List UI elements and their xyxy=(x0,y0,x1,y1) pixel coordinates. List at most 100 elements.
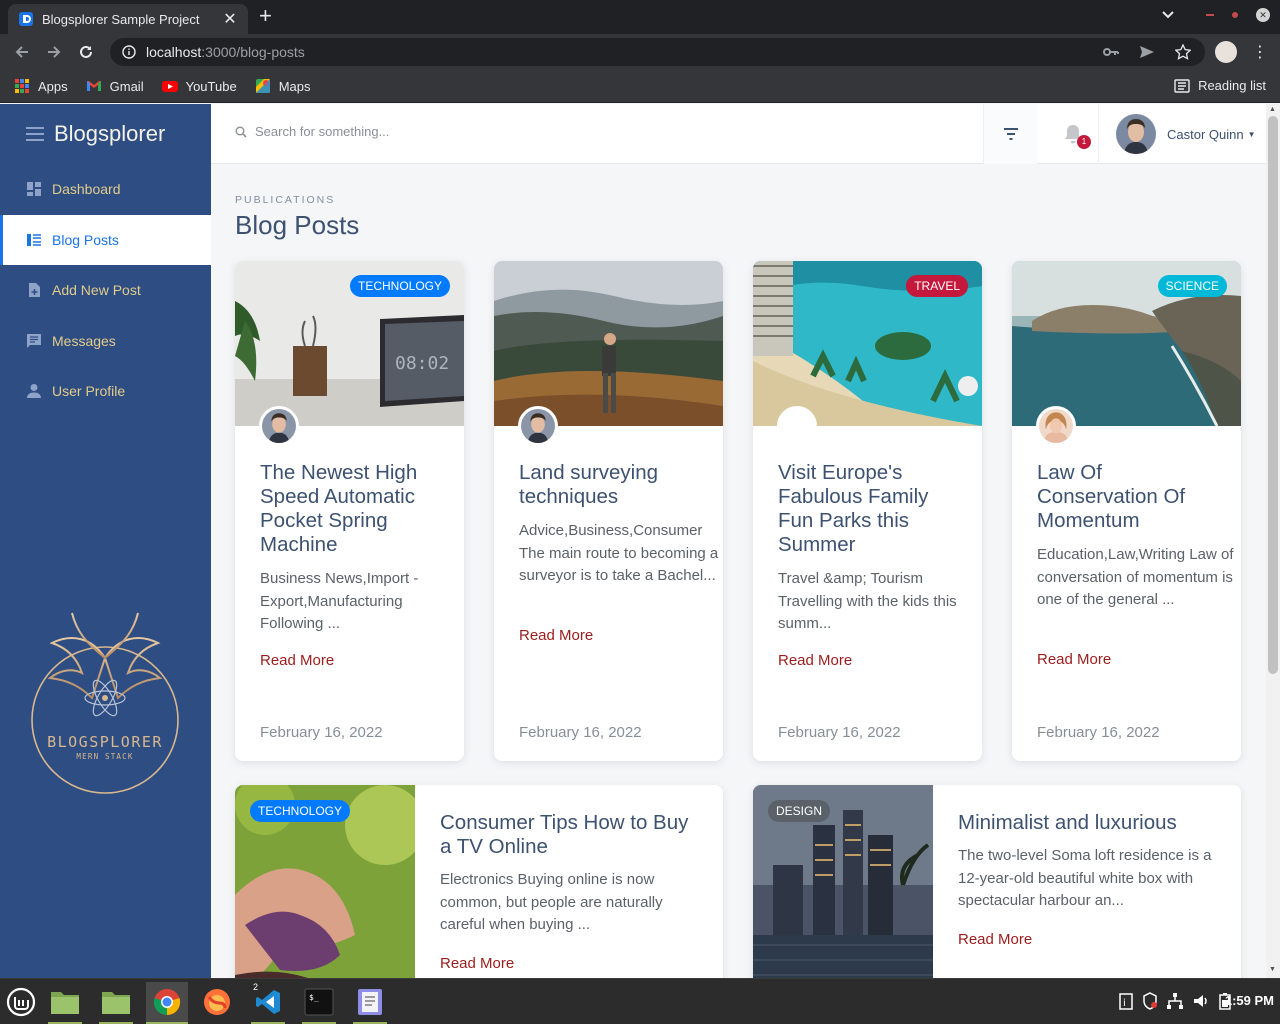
post-image[interactable]: TRAVEL xyxy=(753,261,982,426)
new-tab-button[interactable]: + xyxy=(259,5,272,27)
scroll-up-icon[interactable]: ▲ xyxy=(1269,106,1276,113)
main-content: PUBLICATIONS Blog Posts 08:02 TECHNOLOGY… xyxy=(211,164,1266,978)
sidebar-nav: Dashboard Blog Posts Add New Post Messag… xyxy=(0,164,211,416)
vscode-app-button[interactable]: 2 xyxy=(251,982,285,1019)
category-badge[interactable]: TRAVEL xyxy=(906,275,968,297)
info-icon[interactable] xyxy=(122,45,136,59)
files-app-button[interactable] xyxy=(48,985,82,1019)
back-button[interactable] xyxy=(6,36,38,68)
minimize-icon[interactable] xyxy=(1206,14,1214,16)
read-more-link[interactable]: Read More xyxy=(440,955,514,972)
post-image[interactable] xyxy=(494,261,723,426)
send-icon[interactable] xyxy=(1139,45,1155,59)
sidebar-item-dashboard[interactable]: Dashboard xyxy=(0,164,211,214)
post-title[interactable]: Law Of Conservation Of Momentum xyxy=(1037,461,1227,533)
dashboard-icon xyxy=(27,182,41,196)
bookmark-apps[interactable]: Apps xyxy=(14,78,68,94)
os-taskbar: 2 $_ i 1:59 PM xyxy=(0,978,1280,1024)
author-avatar[interactable] xyxy=(259,406,299,446)
sidebar-item-label: Blog Posts xyxy=(52,231,119,248)
read-more-link[interactable]: Read More xyxy=(260,652,334,669)
clock[interactable]: 1:59 PM xyxy=(1225,993,1274,1008)
category-badge[interactable]: SCIENCE xyxy=(1157,275,1227,297)
category-badge[interactable]: TECHNOLOGY xyxy=(250,800,351,822)
vscode-icon xyxy=(256,990,280,1014)
profile-avatar[interactable] xyxy=(1215,41,1237,63)
notifications-button[interactable]: 1 xyxy=(1047,104,1099,164)
tab-search-icon[interactable] xyxy=(1162,11,1174,19)
author-avatar[interactable] xyxy=(1036,406,1076,446)
read-more-link[interactable]: Read More xyxy=(519,627,593,644)
maximize-icon[interactable] xyxy=(1232,12,1238,18)
filter-button[interactable] xyxy=(983,104,1037,164)
sidebar-item-add-new-post[interactable]: Add New Post xyxy=(0,265,211,315)
reading-list-button[interactable]: Reading list xyxy=(1174,78,1266,93)
category-badge[interactable]: TECHNOLOGY xyxy=(349,275,450,297)
close-tab-icon[interactable]: ✕ xyxy=(222,9,238,29)
youtube-icon xyxy=(161,81,178,92)
post-title[interactable]: Visit Europe's Fabulous Family Fun Parks… xyxy=(778,461,968,557)
firefox-app-button[interactable] xyxy=(200,985,234,1019)
blog-post-card-wide[interactable]: TECHNOLOGY Consumer Tips How to Buy a TV… xyxy=(235,785,723,978)
bookmark-maps[interactable]: Maps xyxy=(255,78,310,94)
volume-icon[interactable] xyxy=(1192,992,1210,1010)
read-more-link[interactable]: Read More xyxy=(1037,651,1111,668)
post-title[interactable]: Consumer Tips How to Buy a TV Online xyxy=(440,811,705,859)
key-icon[interactable] xyxy=(1103,47,1119,57)
brand-name[interactable]: Blogsplorer xyxy=(54,121,165,147)
read-more-link[interactable]: Read More xyxy=(958,931,1032,948)
read-more-link[interactable]: Read More xyxy=(778,652,852,669)
note-add-icon xyxy=(29,283,40,297)
forward-button[interactable] xyxy=(38,36,70,68)
window-controls: ✕ xyxy=(1162,8,1270,22)
url-bar[interactable]: localhost:3000/blog-posts xyxy=(110,38,1205,66)
scrollbar-thumb[interactable] xyxy=(1268,116,1278,674)
close-window-icon[interactable]: ✕ xyxy=(1256,8,1270,22)
reload-button[interactable] xyxy=(70,36,102,68)
blog-post-card[interactable]: SCIENCE Law Of Conservation Of Momentum … xyxy=(1012,261,1241,761)
sidebar-item-label: Dashboard xyxy=(52,181,121,197)
page-scrollbar[interactable]: ▲ ▼ xyxy=(1266,104,1280,978)
category-badge[interactable]: DESIGN xyxy=(768,800,831,822)
folder-icon xyxy=(51,992,79,1014)
blog-post-card[interactable]: Land surveying techniques Advice,Busines… xyxy=(494,261,723,761)
terminal-app-button[interactable]: $_ xyxy=(302,985,336,1019)
post-title[interactable]: Land surveying techniques xyxy=(519,461,709,509)
folder-icon xyxy=(102,992,130,1014)
scroll-down-icon[interactable]: ▼ xyxy=(1269,966,1276,973)
blog-post-card[interactable]: TRAVEL Visit Europe's Fabulous Family Fu… xyxy=(753,261,982,761)
network-icon[interactable] xyxy=(1166,992,1184,1010)
reading-list-label: Reading list xyxy=(1198,78,1266,93)
chrome-app-button[interactable] xyxy=(146,982,188,1022)
post-title[interactable]: The Newest High Speed Automatic Pocket S… xyxy=(260,461,450,557)
post-title[interactable]: Minimalist and luxurious xyxy=(958,811,1223,835)
text-editor-app-button[interactable] xyxy=(353,985,387,1019)
post-image[interactable]: SCIENCE xyxy=(1012,261,1241,426)
sidebar-item-blog-posts[interactable]: Blog Posts xyxy=(0,214,211,265)
files-app-button-2[interactable] xyxy=(99,985,133,1019)
author-avatar[interactable] xyxy=(777,406,817,446)
author-avatar[interactable] xyxy=(518,406,558,446)
mint-menu-button[interactable] xyxy=(4,985,38,1019)
clipboard-icon[interactable]: i xyxy=(1118,992,1134,1010)
sidebar-item-user-profile[interactable]: User Profile xyxy=(0,366,211,416)
hamburger-menu-icon[interactable] xyxy=(26,127,44,141)
post-image[interactable]: TECHNOLOGY xyxy=(235,785,415,978)
post-excerpt: Electronics Buying online is now common,… xyxy=(440,871,663,933)
post-image[interactable]: 08:02 TECHNOLOGY xyxy=(235,261,464,426)
star-icon[interactable] xyxy=(1175,44,1191,60)
bookmark-gmail[interactable]: Gmail xyxy=(86,78,144,94)
search-input[interactable] xyxy=(255,124,855,139)
shield-icon[interactable] xyxy=(1142,992,1158,1010)
browser-menu-icon[interactable]: ⋮ xyxy=(1252,42,1268,62)
blog-post-card[interactable]: 08:02 TECHNOLOGY The Newest High Speed A… xyxy=(235,261,464,761)
post-image[interactable]: DESIGN xyxy=(753,785,933,978)
blog-post-card-wide[interactable]: DESIGN Minimalist and luxurious The two-… xyxy=(753,785,1241,978)
sidebar-item-messages[interactable]: Messages xyxy=(0,316,211,366)
post-excerpt: The two-level Soma loft residence is a 1… xyxy=(958,847,1212,909)
bookmark-youtube[interactable]: YouTube xyxy=(161,78,237,94)
window-count-badge: 2 xyxy=(253,982,259,992)
bookmark-label: YouTube xyxy=(185,78,237,94)
browser-tab[interactable]: Blogsplorer Sample Project ✕ xyxy=(8,4,248,34)
user-menu[interactable]: Castor Quinn ▼ xyxy=(1116,114,1256,154)
